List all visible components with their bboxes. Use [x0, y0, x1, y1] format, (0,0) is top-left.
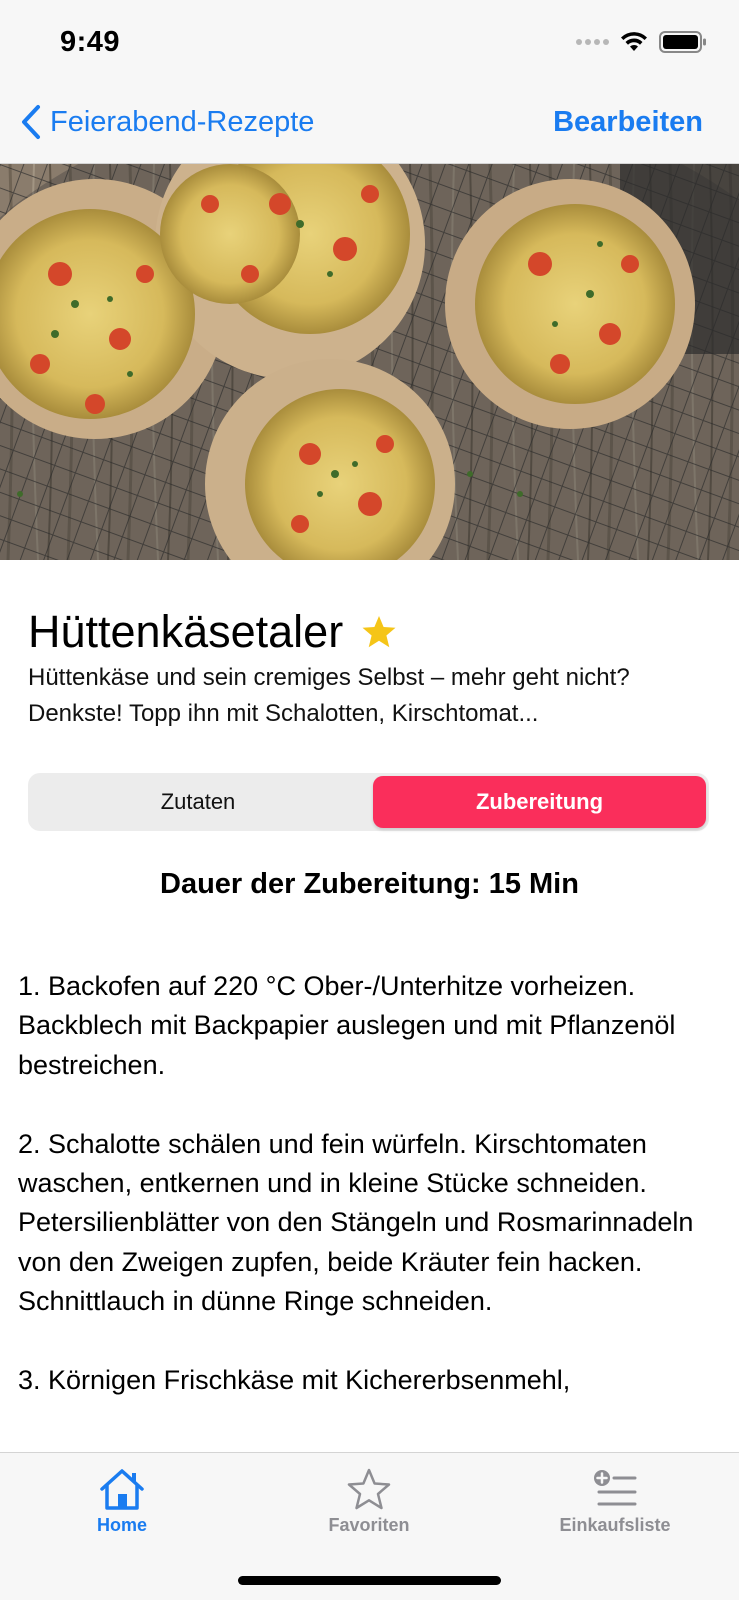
home-indicator: [238, 1576, 501, 1585]
star-icon: [347, 1468, 391, 1510]
tab-favorites[interactable]: Favoriten: [269, 1467, 469, 1536]
battery-icon: [659, 31, 706, 53]
tab-shopping-list[interactable]: Einkaufsliste: [515, 1467, 715, 1536]
house-icon: [100, 1469, 144, 1510]
status-time: 9:49: [60, 26, 121, 58]
step-text: 3. Körnigen Frischkäse mit Kichererbsenm…: [18, 1365, 571, 1396]
recipe-photo: [0, 164, 739, 560]
status-bar: 9:49: [0, 0, 739, 90]
step-text: 1. Backofen auf 220 °C Ober-/Unterhitze …: [18, 971, 676, 1080]
segmented-control: Zutaten Zubereitung: [28, 773, 709, 831]
list-add-icon: [594, 1470, 637, 1506]
cellular-signal-icon: [576, 39, 609, 45]
tab-home[interactable]: Home: [22, 1467, 222, 1536]
recipe-title: Hüttenkäsetaler: [28, 606, 344, 657]
step-text: 2. Schalotte schälen und fein würfeln. K…: [18, 1128, 694, 1317]
tab-favorites-label: Favoriten: [328, 1515, 410, 1535]
preparation-steps: 1. Backofen auf 220 °C Ober-/Unterhitze …: [18, 967, 730, 1440]
navigation-bar: Feierabend-Rezepte Bearbeiten: [0, 90, 739, 164]
tab-home-label: Home: [96, 1515, 147, 1535]
preparation-duration: Dauer der Zubereitung: 15 Min: [160, 868, 579, 900]
edit-button[interactable]: Bearbeiten: [553, 106, 703, 139]
segment-ingredients[interactable]: Zutaten: [31, 776, 365, 828]
wifi-icon: [621, 32, 647, 51]
recipe-description: Hüttenkäse und sein cremiges Selbst – me…: [28, 664, 630, 727]
chevron-left-icon: [22, 105, 40, 139]
tab-shopping-list-label: Einkaufsliste: [559, 1515, 671, 1535]
recipe-title-row: Hüttenkäsetaler: [28, 604, 397, 660]
status-icons: [576, 30, 707, 54]
segment-preparation[interactable]: Zubereitung: [373, 776, 706, 828]
back-button-label: Feierabend-Rezepte: [50, 105, 315, 138]
favorite-star-icon[interactable]: [361, 615, 397, 649]
back-button[interactable]: Feierabend-Rezepte: [20, 104, 314, 140]
